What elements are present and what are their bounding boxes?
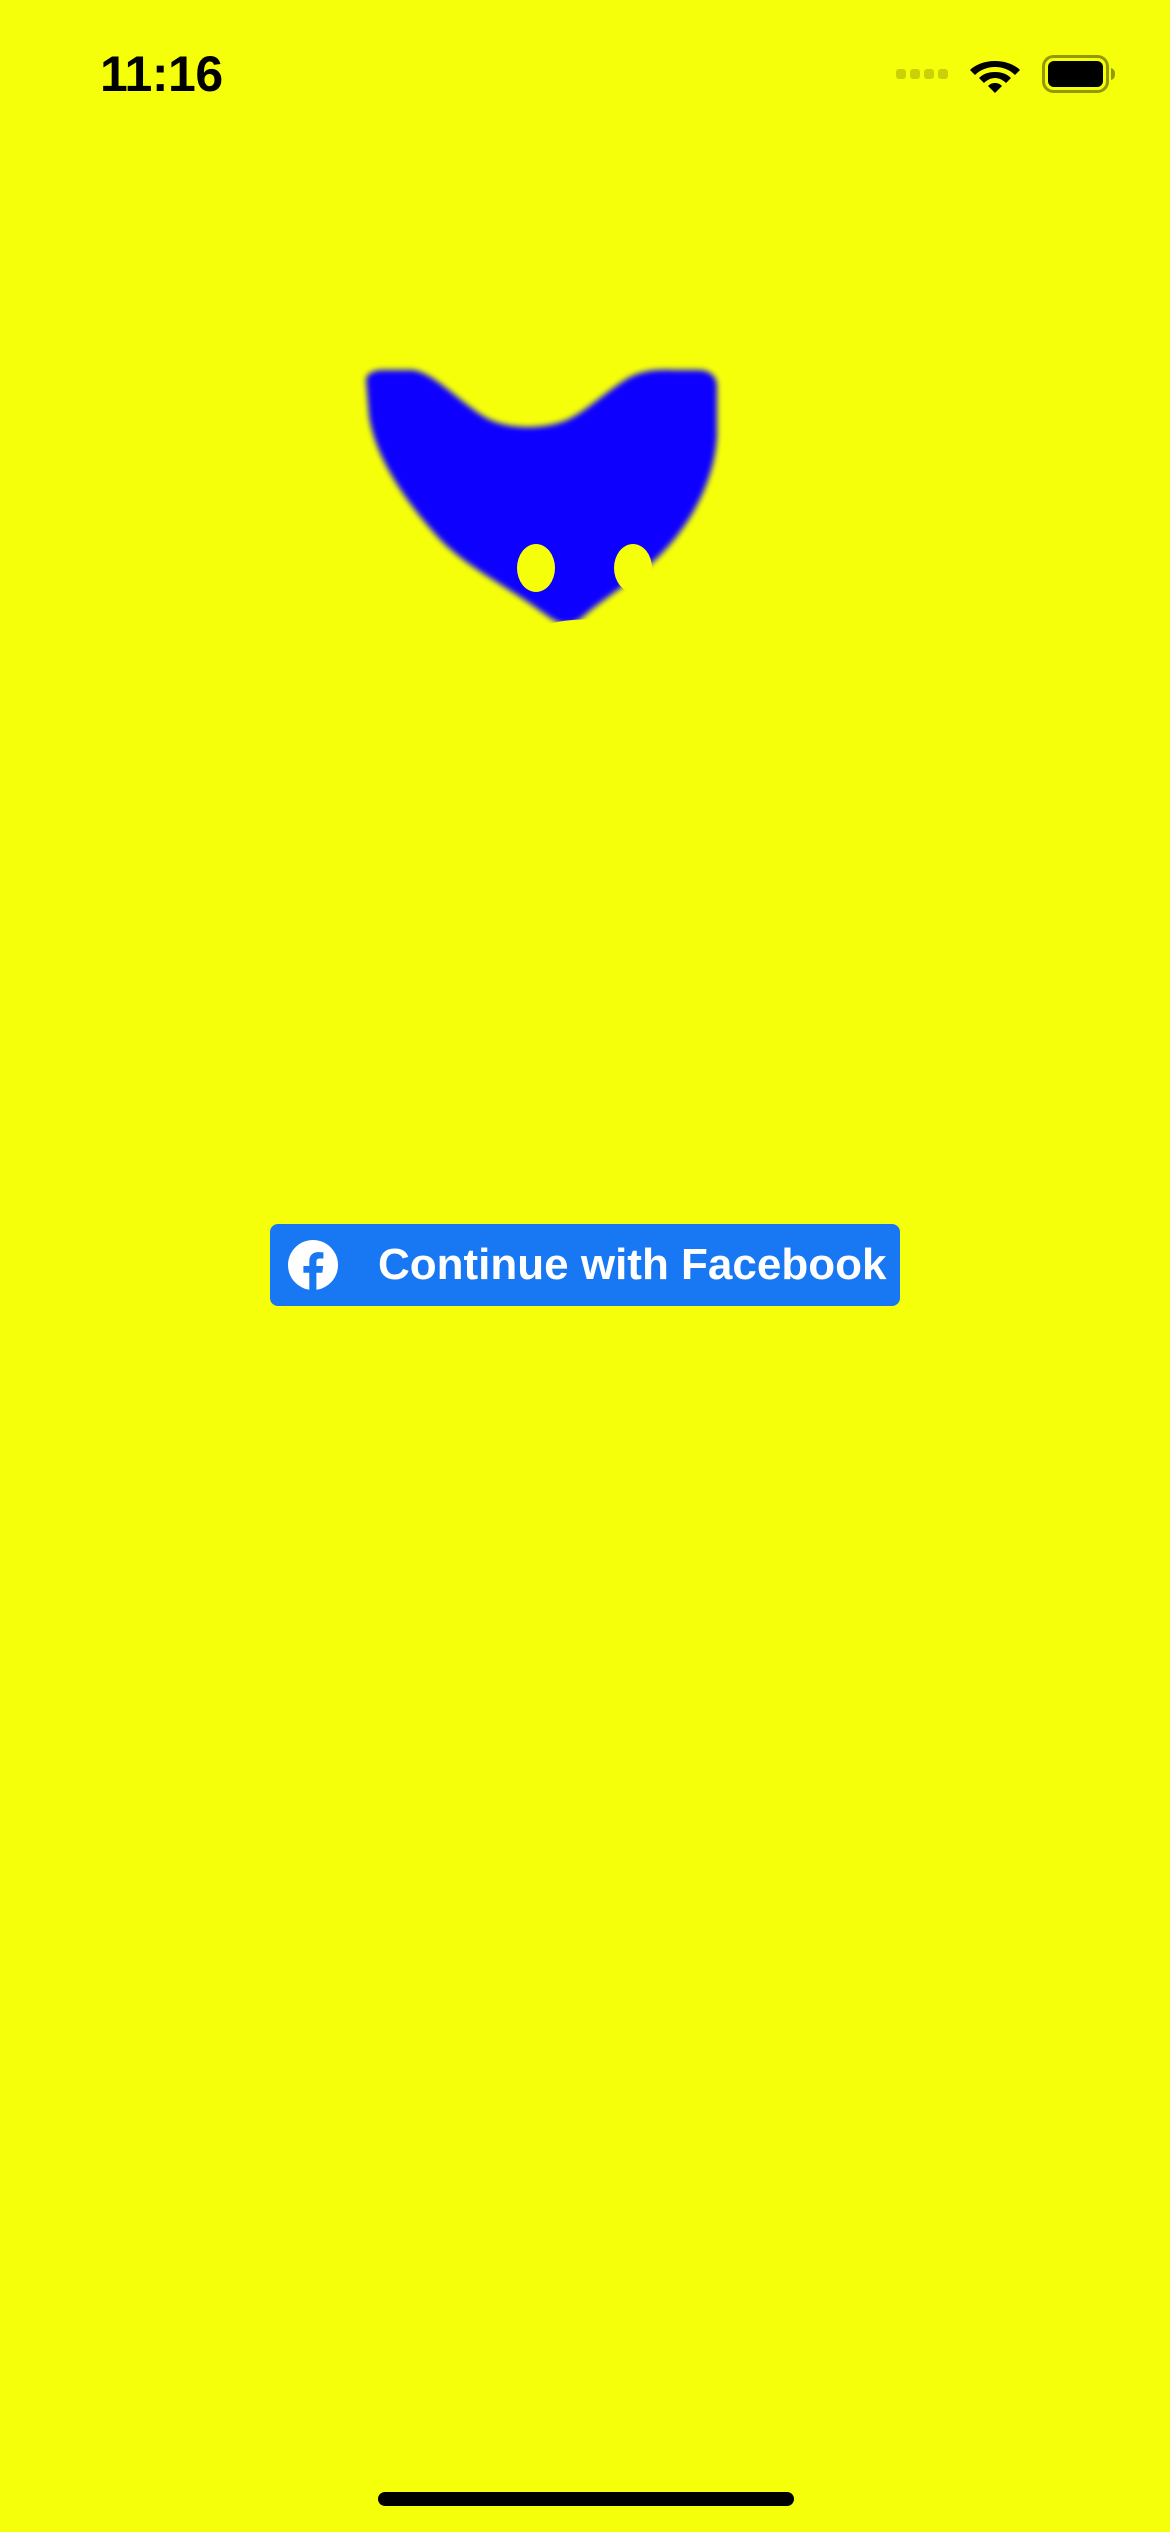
continue-with-facebook-button[interactable]: Continue with Facebook (270, 1224, 900, 1306)
facebook-icon (288, 1240, 338, 1290)
app-logo (285, 236, 885, 836)
battery-icon (1042, 55, 1115, 93)
home-indicator[interactable] (378, 2492, 794, 2506)
facebook-button-label: Continue with Facebook (378, 1240, 887, 1289)
mascot-heart-face-icon (366, 369, 717, 667)
cellular-signal-icon (896, 69, 948, 79)
status-icons (896, 52, 1116, 96)
status-bar: 11:16 (0, 0, 1170, 150)
wifi-icon (970, 61, 1020, 93)
status-time: 11:16 (100, 46, 223, 102)
